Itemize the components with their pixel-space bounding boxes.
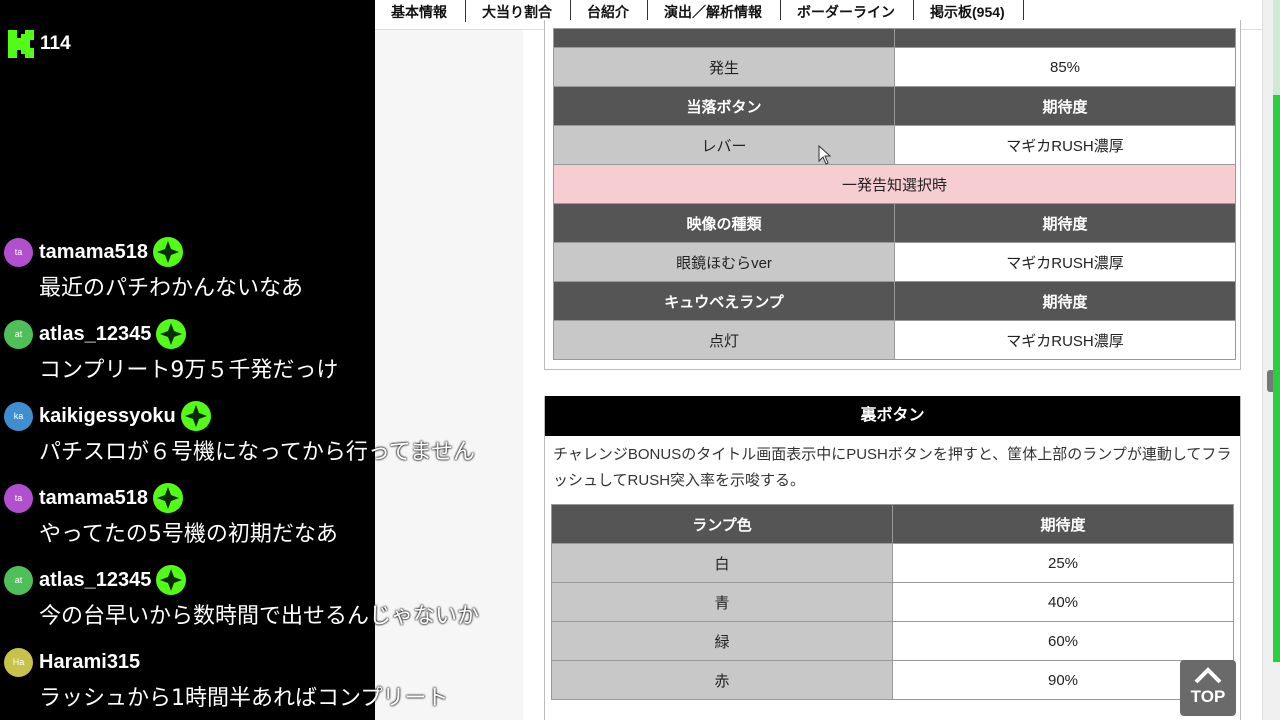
table-row: 一発告知選択時: [553, 164, 1236, 204]
username: atlas_12345: [39, 568, 152, 591]
avatar: ka: [4, 401, 33, 431]
avatar: ta: [4, 483, 33, 513]
avatar: at: [4, 565, 33, 595]
viewer-count: 114: [40, 33, 71, 54]
table-row: 赤 90%: [551, 660, 1234, 700]
table-row: 発生 85%: [553, 47, 1236, 87]
web-page: 基本情報 大当り割合 台紹介 演出／解析情報 ボーダーライン 掲示板(954) …: [375, 0, 1262, 720]
column-header: ランプ色: [551, 504, 893, 544]
verified-badge-icon: [156, 319, 187, 349]
row-label: 発生: [553, 47, 895, 87]
table-row: 白 25%: [551, 543, 1234, 583]
effects-table: 発生 85% 当落ボタン 期待度 レバー マギカRUSH濃厚 一発告知選択時 映像の種類…: [553, 28, 1236, 360]
section-title: 裏ボタン: [545, 396, 1240, 436]
side-bar-light: [1273, 0, 1280, 95]
table-subheading: 一発告知選択時: [553, 164, 1236, 204]
row-value: マギカRUSH濃厚: [894, 320, 1236, 360]
comment-header: ta tamama518: [4, 482, 338, 514]
chat-comment: at atlas_12345 コンプリート9万５千発だっけ: [4, 318, 338, 384]
row-label: 点灯: [553, 320, 895, 360]
table-row: 眼鏡ほむらver マギカRUSH濃厚: [553, 242, 1236, 282]
table-row: レバー マギカRUSH濃厚: [553, 125, 1236, 165]
comment-text: 最近のパチわかんないなあ: [39, 276, 304, 301]
table-row: 点灯 マギカRUSH濃厚: [553, 320, 1236, 360]
row-label: レバー: [553, 125, 895, 165]
row-value: 25%: [892, 543, 1234, 583]
tab-basic-info[interactable]: 基本情報: [375, 0, 466, 22]
avatar: Ha: [4, 647, 33, 677]
avatar: at: [4, 319, 33, 349]
effects-table-box: 発生 85% 当落ボタン 期待度 レバー マギカRUSH濃厚 一発告知選択時 映像の種類…: [544, 20, 1241, 370]
username: Harami315: [39, 650, 141, 673]
viewer-counter: 114: [8, 30, 71, 58]
comment-header: ta tamama518: [4, 236, 303, 268]
username: tamama518: [39, 486, 148, 509]
column-header: キュウベえランプ: [553, 281, 895, 321]
comment-text: やってたの5号機の初期だなあ: [39, 522, 338, 547]
row-label: 白: [551, 543, 893, 583]
verified-badge-icon: [152, 483, 183, 513]
chevron-up-icon: [1194, 667, 1222, 684]
row-label: 緑: [551, 621, 893, 661]
comment-header: at atlas_12345: [4, 318, 338, 350]
tab-border-line[interactable]: ボーダーライン: [781, 0, 914, 22]
username: tamama518: [39, 240, 148, 263]
comment-text: コンプリート9万５千発だっけ: [39, 358, 339, 383]
row-value: マギカRUSH濃厚: [894, 125, 1236, 165]
verified-badge-icon: [152, 237, 183, 267]
verified-badge-icon: [156, 565, 187, 595]
row-value: 60%: [892, 621, 1234, 661]
chat-comment: ta tamama518 やってたの5号機の初期だなあ: [4, 482, 338, 548]
top-button-label: TOP: [1190, 687, 1226, 706]
table-row: 青 40%: [551, 582, 1234, 622]
section-description: チャレンジBONUSのタイトル画面表示中にPUSHボタンを押すと、筐体上部のラン…: [553, 446, 1232, 489]
tab-effects-analysis[interactable]: 演出／解析情報: [648, 0, 781, 22]
table-row: 緑 60%: [551, 621, 1234, 661]
verified-badge-icon: [180, 401, 211, 431]
row-value: 85%: [894, 47, 1236, 87]
table-header-row: 映像の種類 期待度: [553, 203, 1236, 243]
row-label: 赤: [551, 660, 893, 700]
table-header-row: ランプ色 期待度: [551, 504, 1234, 544]
avatar: ta: [4, 237, 33, 267]
column-header: 期待度: [894, 86, 1236, 126]
tab-machine-intro[interactable]: 台紹介: [571, 0, 648, 22]
column-header: 映像の種類: [553, 203, 895, 243]
column-header: 期待度: [894, 203, 1236, 243]
chat-comment: ta tamama518 最近のパチわかんないなあ: [4, 236, 303, 302]
tab-jackpot-ratio[interactable]: 大当り割合: [466, 0, 571, 22]
table-row: [553, 28, 1236, 48]
username: atlas_12345: [39, 322, 152, 345]
username: kaikigessyoku: [39, 404, 176, 427]
comment-text: パチスロが６号機になってから行ってません: [39, 440, 476, 465]
side-bar-green: [1273, 95, 1280, 662]
back-to-top-button[interactable]: TOP: [1180, 660, 1236, 716]
tab-bulletin-board[interactable]: 掲示板(954): [914, 0, 1024, 22]
kick-logo-icon: [8, 30, 34, 58]
row-label: 青: [551, 582, 893, 622]
column-header: 期待度: [892, 504, 1234, 544]
comment-text: ラッシュから1時間半あればコンプリート: [39, 686, 449, 711]
row-value: マギカRUSH濃厚: [894, 242, 1236, 282]
table-header-row: 当落ボタン 期待度: [553, 86, 1236, 126]
lamp-color-table: ランプ色 期待度 白 25% 青 40% 緑 60% 赤 90%: [551, 504, 1234, 700]
table-header-row: キュウベえランプ 期待度: [553, 281, 1236, 321]
ura-button-section: 裏ボタン チャレンジBONUSのタイトル画面表示中にPUSHボタンを押すと、筐体…: [544, 396, 1241, 720]
column-header: 当落ボタン: [553, 86, 895, 126]
row-value: 40%: [892, 582, 1234, 622]
comment-text: 今の台早いから数時間で出せるんじゃないか: [39, 604, 480, 629]
row-label: 眼鏡ほむらver: [553, 242, 895, 282]
column-header: 期待度: [894, 281, 1236, 321]
mouse-cursor-icon: [818, 145, 832, 165]
stream-chat-overlay: 114 ta tamama518 最近のパチわかんないなあ at atlas_1…: [0, 0, 479, 720]
